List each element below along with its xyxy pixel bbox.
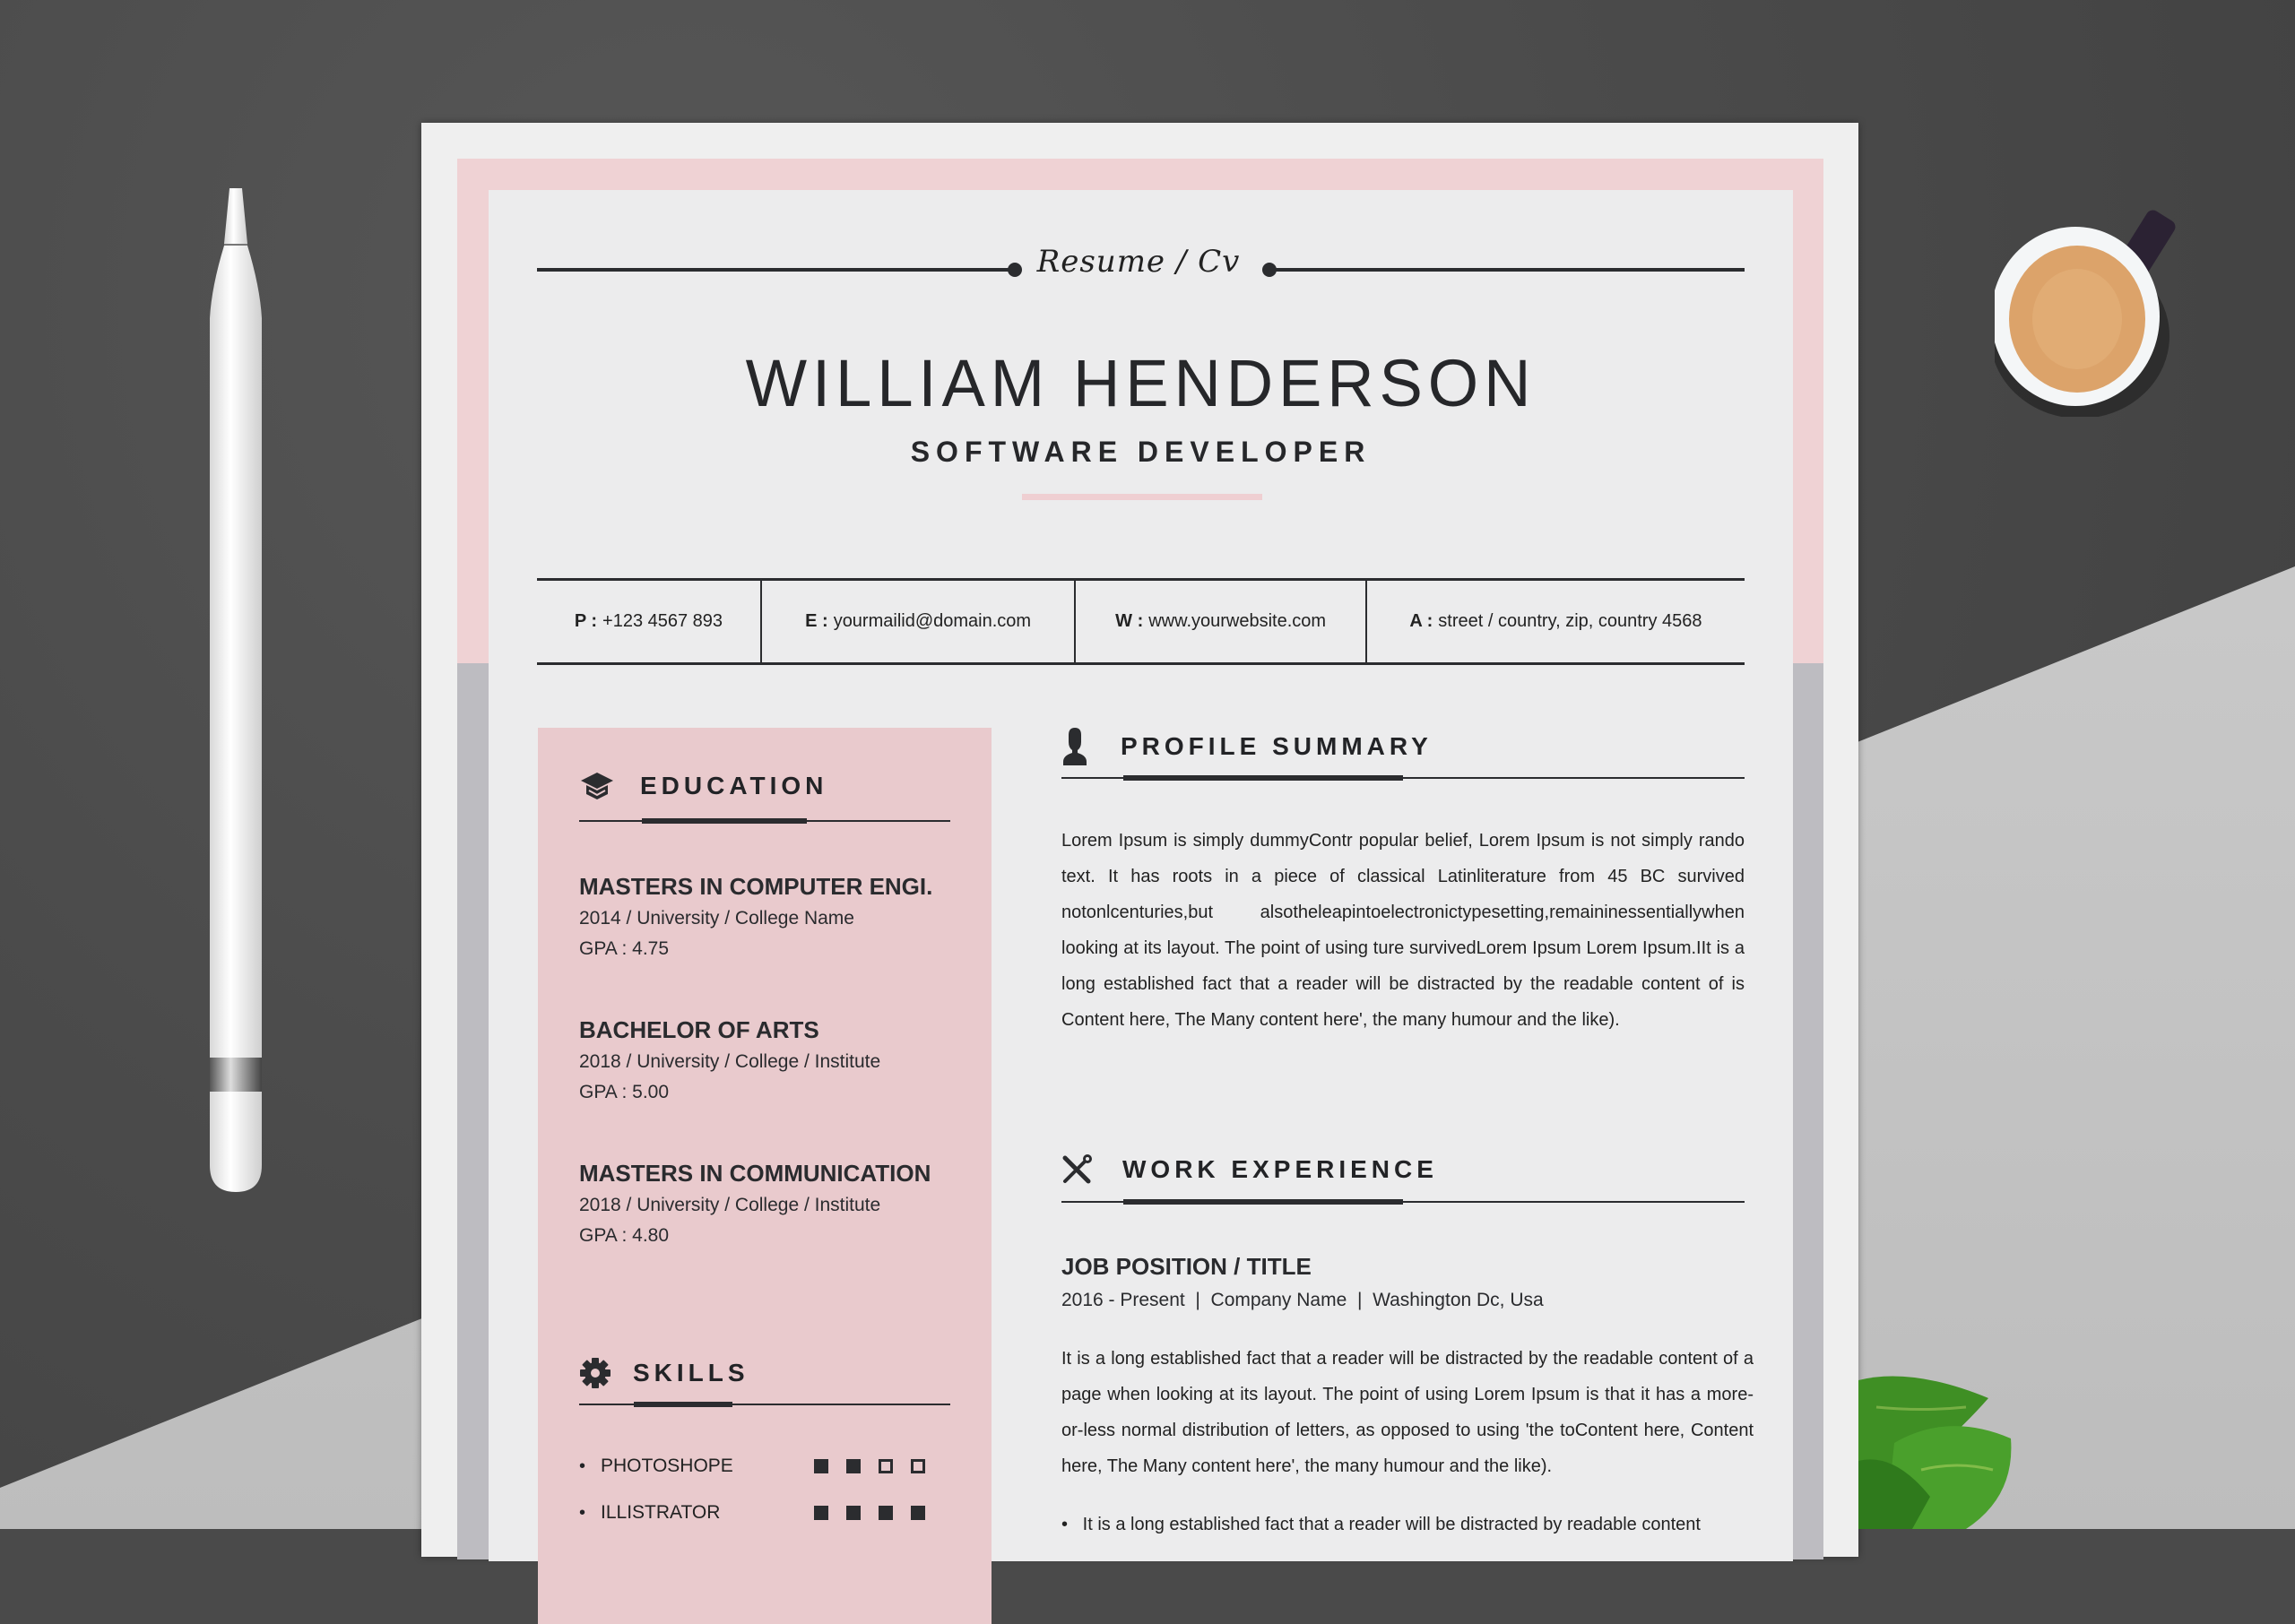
job-title: JOB POSITION / TITLE — [1061, 1253, 1312, 1280]
header-rule-right — [1269, 268, 1745, 272]
job-bullet-text: It is a long established fact that a rea… — [1082, 1515, 1701, 1534]
skill-level-box-empty — [911, 1459, 925, 1473]
skills-heading-text: SKILLS — [633, 1359, 749, 1386]
education-gpa: GPA : 4.80 — [579, 1225, 670, 1246]
contact-phone-label: P : — [574, 611, 598, 631]
skill-level-box-filled — [846, 1506, 861, 1520]
script-title: Resume / Cv — [1036, 244, 1241, 280]
work-experience-heading: WORK EXPERIENCE — [1061, 1154, 1438, 1185]
skill-level-box-empty — [879, 1459, 893, 1473]
skill-level-box-filled — [911, 1506, 925, 1520]
contact-website-value: www.yourwebsite.com — [1148, 611, 1327, 631]
header-rule-left — [537, 268, 1012, 272]
education-detail: 2018 / University / College / Institute — [579, 1195, 881, 1215]
tools-icon — [1062, 1154, 1092, 1184]
contact-row: P : +123 4567 893 E : yourmailid@domain.co… — [537, 578, 1745, 665]
education-rule-accent — [642, 818, 807, 824]
header-rule-dot-left — [1008, 263, 1022, 277]
profile-heading-text: PROFILE SUMMARY — [1121, 732, 1433, 760]
contact-address-value: street / country, zip, country 4568 — [1438, 611, 1702, 631]
education-gpa: GPA : 4.75 — [579, 938, 670, 959]
job-description: It is a long established fact that a rea… — [1061, 1349, 1754, 1476]
education-degree: MASTERS IN COMMUNICATION — [579, 1160, 931, 1187]
skills-heading: SKILLS — [579, 1357, 749, 1389]
education-detail: 2018 / University / College / Institute — [579, 1051, 881, 1072]
contact-email: E : yourmailid@domain.com — [762, 581, 1077, 662]
skill-row: • ILLISTRATOR — [579, 1499, 938, 1526]
candidate-role: SOFTWARE DEVELOPER — [910, 436, 1372, 468]
profile-heading: PROFILE SUMMARY — [1061, 728, 1433, 765]
education-gpa: GPA : 5.00 — [579, 1082, 670, 1102]
contact-phone: P : +123 4567 893 — [537, 581, 762, 662]
job-bullet-marker: • — [1061, 1515, 1083, 1534]
work-experience-heading-text: WORK EXPERIENCE — [1122, 1155, 1438, 1183]
contact-email-label: E : — [805, 611, 828, 631]
education-heading-text: EDUCATION — [640, 772, 828, 799]
profile-summary-text: Lorem Ipsum is simply dummyContr popular… — [1061, 831, 1745, 1030]
skill-level-box-filled — [846, 1459, 861, 1473]
stylus-pencil-icon — [210, 188, 262, 1192]
education-degree: BACHELOR OF ARTS — [579, 1016, 819, 1043]
contact-website: W : www.yourwebsite.com — [1076, 581, 1367, 662]
skill-bullet: • — [579, 1456, 586, 1476]
skill-level-box-filled — [879, 1506, 893, 1520]
skill-name: PHOTOSHOPE — [601, 1456, 733, 1476]
user-icon — [1063, 728, 1087, 765]
plant-leaves-icon — [1858, 1376, 2012, 1529]
job-bullet: • It is a long established fact that a r… — [1061, 1507, 1754, 1542]
skill-level-box-filled — [814, 1459, 828, 1473]
accent-bar — [1022, 494, 1262, 500]
contact-email-value: yourmailid@domain.com — [833, 611, 1032, 631]
contact-phone-value: +123 4567 893 — [602, 611, 723, 631]
skills-rule-accent — [634, 1402, 732, 1407]
work-experience-rule-accent — [1123, 1199, 1403, 1205]
education-heading: EDUCATION — [579, 771, 827, 801]
coffee-cup-icon — [1995, 210, 2176, 417]
education-detail: 2014 / University / College Name — [579, 908, 854, 929]
candidate-name: WILLIAM HENDERSON — [745, 346, 1537, 420]
job-meta: 2016 - Present | Company Name | Washingt… — [1061, 1290, 1544, 1310]
profile-rule-accent — [1123, 775, 1403, 781]
gear-icon — [580, 1358, 611, 1388]
contact-address-label: A : — [1409, 611, 1433, 631]
skill-level-indicator — [814, 1506, 925, 1520]
graduation-cap-icon — [581, 773, 613, 799]
education-degree: MASTERS IN COMPUTER ENGI. — [579, 873, 933, 900]
skill-bullet: • — [579, 1502, 586, 1523]
skill-level-box-filled — [814, 1506, 828, 1520]
contact-address: A : street / country, zip, country 4568 — [1367, 581, 1745, 662]
skill-row: • PHOTOSHOPE — [579, 1453, 938, 1480]
skill-name: ILLISTRATOR — [601, 1502, 721, 1523]
contact-website-label: W : — [1115, 611, 1144, 631]
skill-level-indicator — [814, 1459, 925, 1473]
